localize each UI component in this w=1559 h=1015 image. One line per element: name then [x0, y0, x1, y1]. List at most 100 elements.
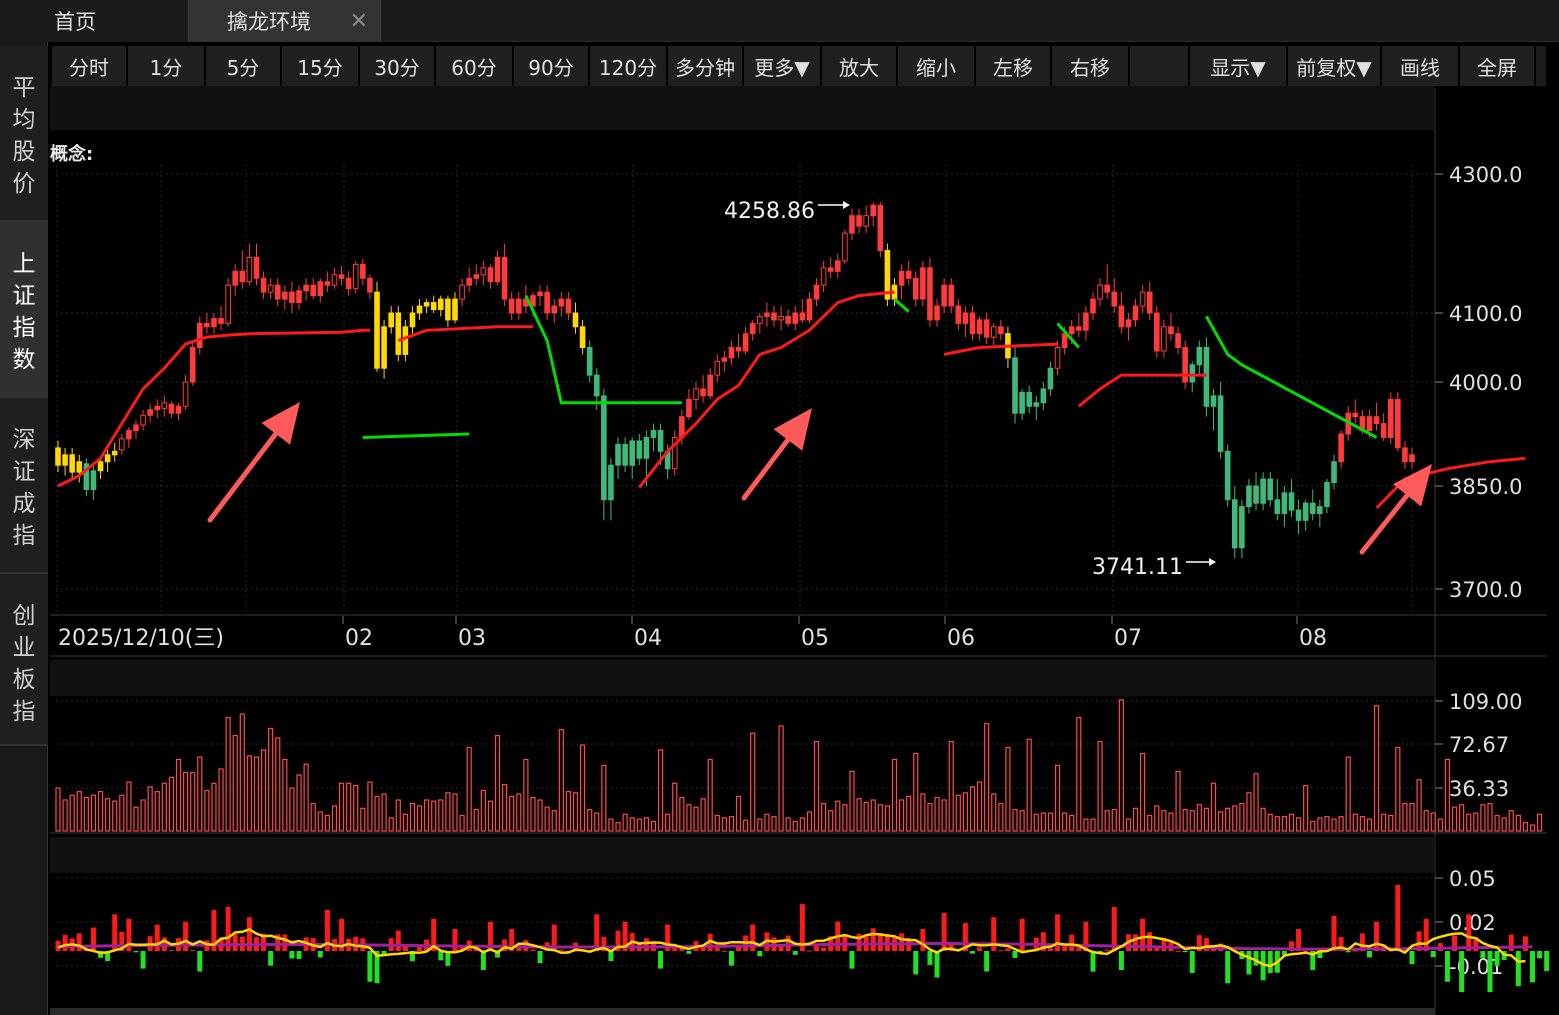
core-wind-bar — [431, 800, 437, 832]
sidebar-char: 证 — [12, 283, 36, 309]
trend-arrow-head — [261, 402, 300, 445]
toolbar-button-11[interactable]: 缩小 — [898, 46, 976, 86]
core-wind-bar — [310, 802, 316, 832]
panel1-name: 核心风口 — [100, 669, 177, 691]
candle-body — [232, 270, 239, 286]
toolbar-button-13[interactable]: 右移 — [1052, 46, 1130, 86]
profit-effect-bar — [509, 929, 515, 951]
tab-bar: 首页 擒龙环境 ✕ — [0, 0, 1559, 42]
profit-effect-bar — [1203, 938, 1209, 951]
sidebar-char: 指 — [12, 523, 36, 549]
support-label: 支撑: — [485, 100, 530, 122]
sidebar-item-avg-price[interactable]: 平均股价 — [0, 46, 48, 222]
profit-effect-bar — [1473, 937, 1479, 951]
core-wind-bar — [1154, 805, 1160, 832]
core-wind-bar — [785, 817, 791, 832]
core-wind-bar — [565, 791, 572, 832]
toolbar-button-2[interactable]: 5分 — [206, 46, 282, 86]
profit-effect-bar — [1352, 950, 1358, 952]
sidebar-item-shenzhen-index[interactable]: 深证成指 — [0, 398, 48, 574]
candle-body — [76, 461, 83, 473]
support-line — [943, 342, 1058, 356]
core-wind-bar — [1267, 813, 1273, 832]
tab-home[interactable]: 首页 — [0, 0, 188, 42]
help-icon[interactable]: ? — [62, 846, 86, 869]
gear-icon[interactable]: ⚙ — [1385, 840, 1405, 865]
toolbar-button-3[interactable]: 15分 — [282, 46, 360, 86]
profit-effect-bar — [1515, 951, 1521, 987]
core-wind-bar — [849, 770, 855, 832]
yaxis-tick-label: 4000.0 — [1449, 371, 1522, 395]
spring-label: 春: — [707, 100, 733, 122]
toolbar-button-8[interactable]: 多分钟 — [668, 46, 744, 86]
toolbar-button-17[interactable]: 画线 — [1382, 46, 1460, 86]
profit-effect-bar — [849, 951, 855, 969]
profit-effect-bar — [1324, 949, 1330, 951]
toolbar-button-1[interactable]: 1分 — [128, 46, 206, 86]
close-icon[interactable]: ⊗ — [1413, 840, 1431, 865]
core-wind-bar — [657, 749, 664, 832]
toolbar-button-10[interactable]: 放大 — [822, 46, 898, 86]
profit-effect-bar — [133, 951, 139, 953]
help-icon[interactable]: ? — [62, 669, 86, 692]
toolbar-button-18[interactable]: 全屏 — [1460, 46, 1536, 86]
gear-icon[interactable]: ⚙ — [1385, 663, 1405, 688]
candle-body — [161, 402, 168, 409]
help-icon[interactable]: ? — [359, 100, 384, 123]
toolbar-button-0[interactable]: 分时 — [52, 46, 128, 86]
panel2-tick-label: 0.05 — [1449, 867, 1496, 891]
profit-effect-bar — [1288, 941, 1294, 951]
core-wind-bar — [445, 792, 451, 832]
core-wind-bar — [459, 814, 465, 832]
panel2-controls: ⚙ ⊗ — [1385, 840, 1431, 865]
pressure-line — [524, 294, 682, 405]
core-wind-bar — [594, 812, 600, 832]
candle-body — [948, 284, 955, 307]
toolbar-button-16[interactable]: 前复权▼ — [1288, 46, 1382, 86]
core-wind-bar — [395, 799, 401, 832]
profit-effect-bar — [1374, 921, 1380, 951]
panel2-d20-label: D20日平均: — [483, 846, 586, 868]
core-wind-bar — [1239, 802, 1245, 832]
core-wind-bar — [1253, 773, 1259, 832]
core-wind-bar — [509, 795, 515, 832]
profit-effect-bar — [197, 951, 203, 972]
toolbar-button-9[interactable]: 更多▼ — [744, 46, 822, 86]
sidebar-item-shanghai-index[interactable]: 上证指数 — [0, 222, 48, 398]
toolbar-button-15[interactable]: 显示▼ — [1190, 46, 1288, 86]
candle-body — [267, 284, 274, 293]
core-wind-bar — [175, 758, 182, 832]
toolbar-button-4[interactable]: 30分 — [360, 46, 436, 86]
core-wind-bar — [416, 805, 423, 832]
hscrollbar[interactable] — [50, 1008, 1435, 1015]
candle-body — [976, 319, 983, 335]
toolbar-button-14[interactable] — [1130, 46, 1190, 86]
core-wind-bar — [1132, 807, 1139, 832]
sidebar-item-chinext-index[interactable]: 创业板指 — [0, 574, 48, 746]
core-wind-bar — [856, 798, 862, 832]
sidebar-char: 指 — [12, 315, 36, 341]
candle-body — [1239, 506, 1245, 549]
profit-effect-bar — [1395, 885, 1401, 951]
tab-qinlong[interactable]: 擒龙环境 ✕ — [188, 0, 381, 42]
core-wind-bar — [629, 817, 635, 832]
profit-effect-bar — [806, 950, 812, 952]
core-wind-bar — [1317, 817, 1323, 832]
core-wind-bar — [969, 786, 976, 832]
close-icon[interactable]: ✕ — [350, 9, 368, 34]
candle-body — [1005, 333, 1011, 359]
candle-body — [1395, 398, 1401, 449]
profit-effect-bar — [594, 914, 600, 951]
toolbar-button-7[interactable]: 120分 — [590, 46, 668, 86]
close-icon[interactable]: ⊗ — [1413, 663, 1431, 688]
candle-body — [1253, 485, 1259, 504]
toolbar-button-6[interactable]: 90分 — [514, 46, 590, 86]
candle-body — [360, 263, 366, 279]
profit-effect-bar — [1381, 944, 1387, 951]
pressure-label: 压力: — [614, 100, 659, 122]
candle-body — [1118, 305, 1125, 328]
toolbar-button-12[interactable]: 左移 — [976, 46, 1052, 86]
high-annotation: 4258.86 — [724, 199, 815, 224]
toolbar-button-5[interactable]: 60分 — [436, 46, 514, 86]
profit-effect-bar — [1097, 951, 1103, 953]
